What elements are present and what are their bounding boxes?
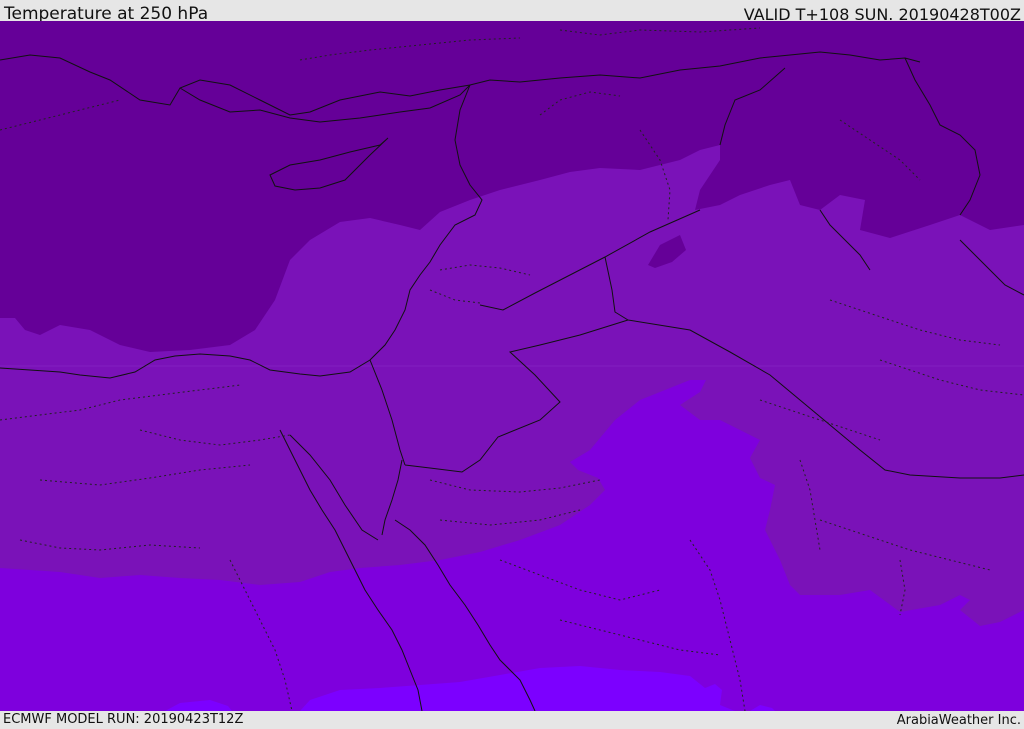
footer-bar: ECMWF MODEL RUN: 20190423T12Z ArabiaWeat…	[0, 711, 1024, 729]
credit-label: ArabiaWeather Inc.	[896, 713, 1021, 728]
model-run-label: ECMWF MODEL RUN: 20190423T12Z	[3, 712, 244, 727]
temperature-map[interactable]	[0, 21, 1024, 711]
header-bar: Temperature at 250 hPa VALID T+108 SUN. …	[0, 0, 1024, 24]
map-canvas	[0, 21, 1024, 711]
